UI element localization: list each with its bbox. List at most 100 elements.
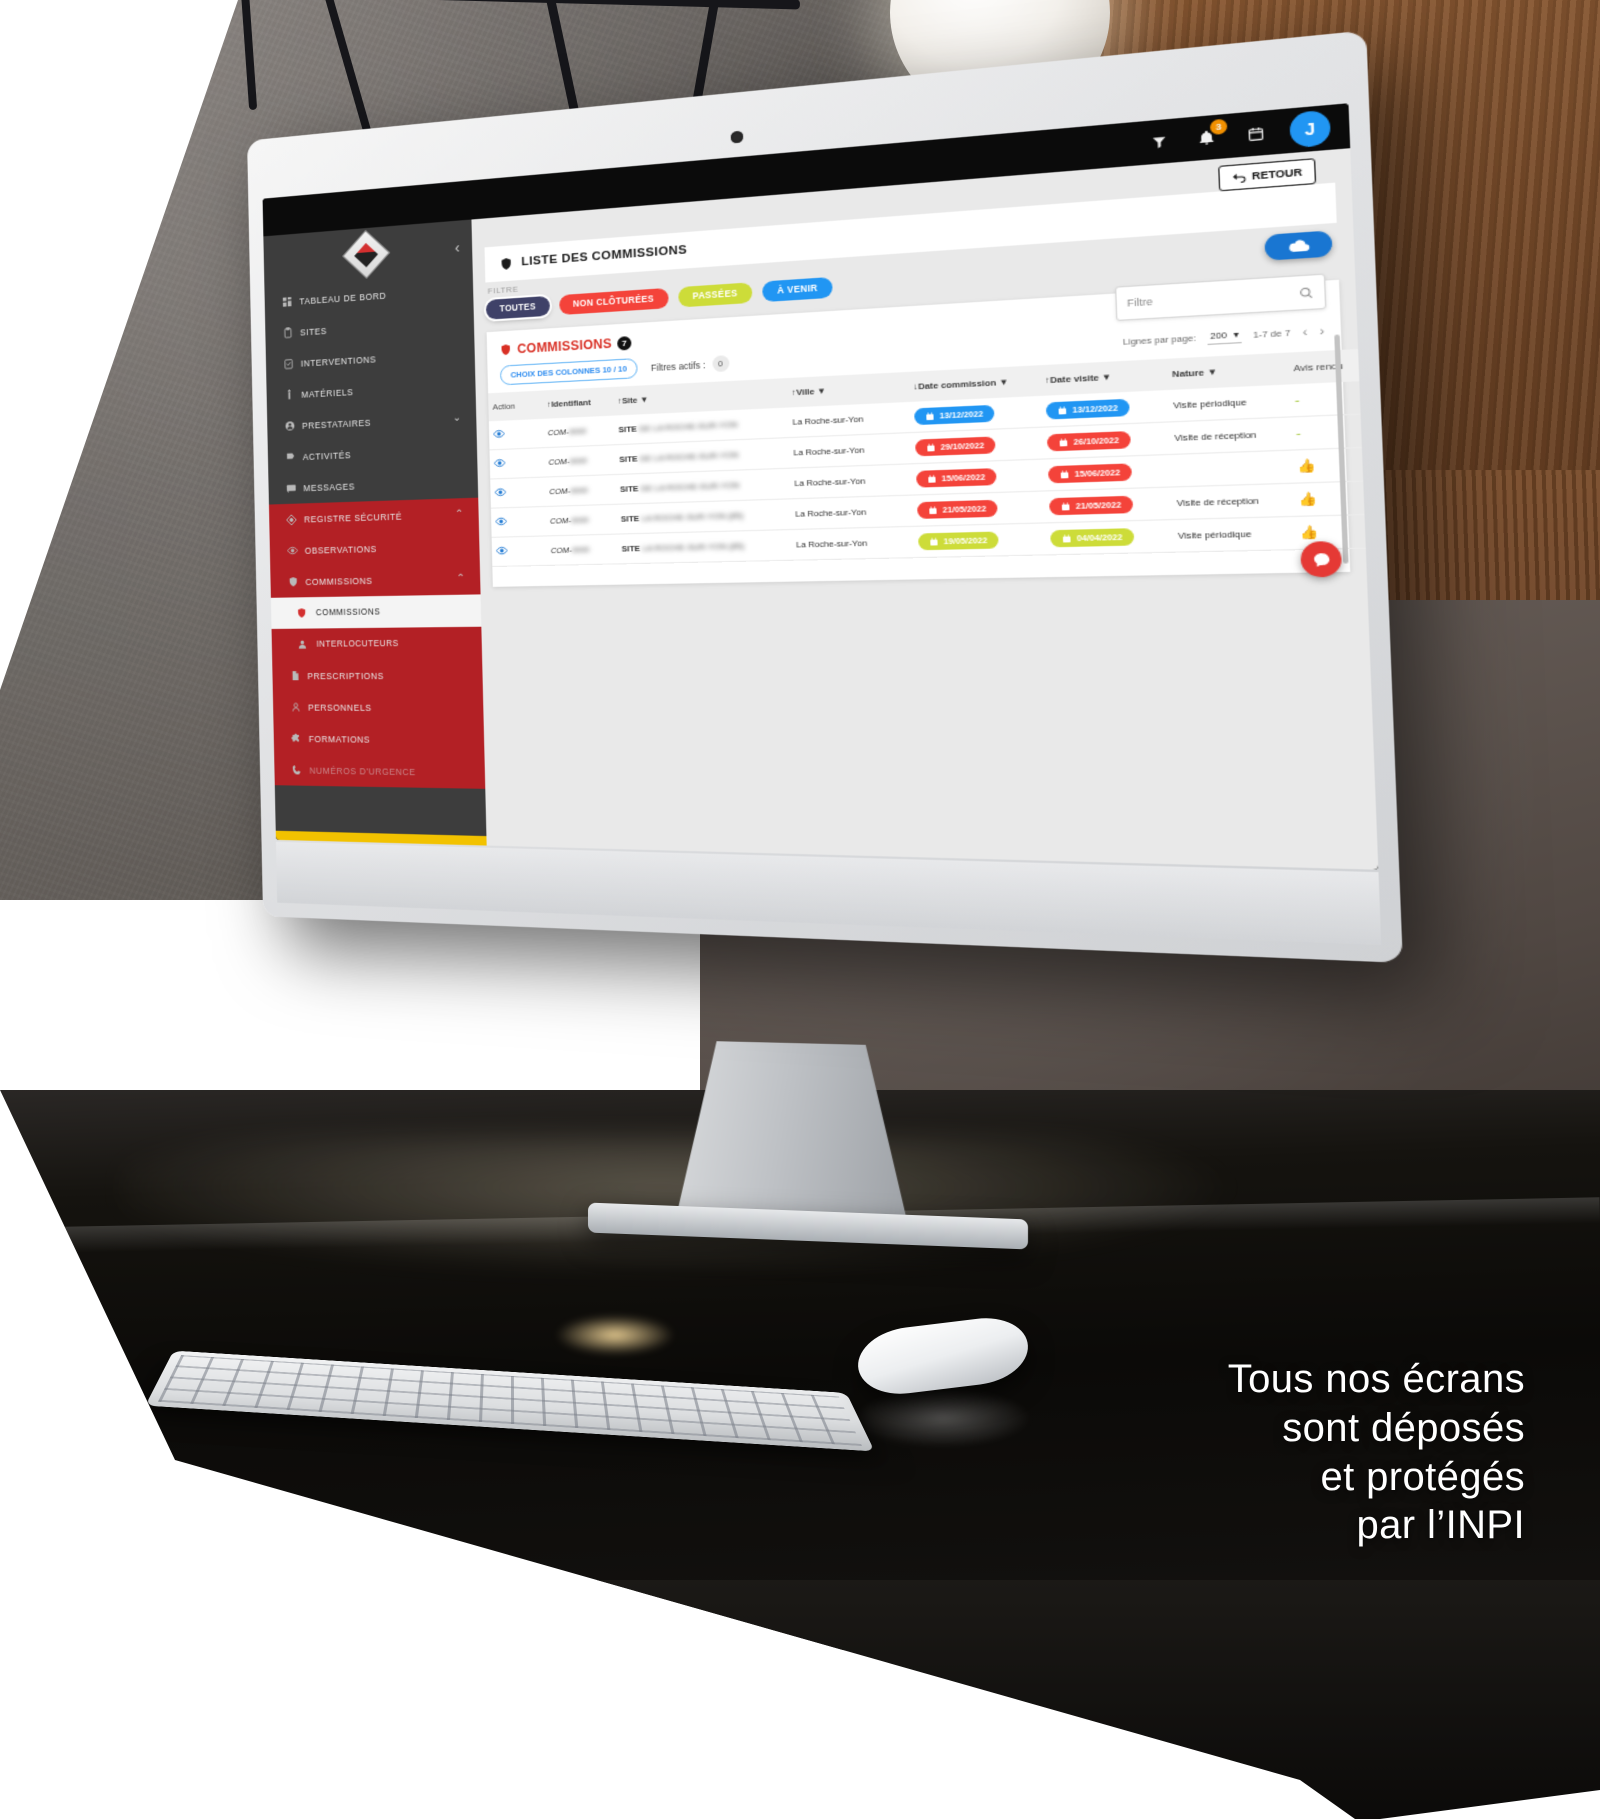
- sidebar-item-label: MESSAGES: [303, 480, 356, 493]
- mouse-reflection: [853, 1388, 1033, 1448]
- cell-identifiant: COM-0000: [546, 534, 618, 566]
- filter-pill-non-cl-tur-es[interactable]: NON CLÔTURÉES: [558, 287, 669, 316]
- desk-light-spot: [555, 1315, 675, 1355]
- rows-per-page-value: 200: [1210, 329, 1228, 341]
- active-filters: Filtres actifs : 0: [650, 355, 730, 375]
- cell-action[interactable]: [490, 506, 547, 538]
- imac-computer: 3 J ‹ TABLEAU DE BORD SITES INTERVENTION…: [145, 30, 1403, 1452]
- column-header-identifiant[interactable]: ↑Identifiant: [542, 386, 614, 419]
- cell-action[interactable]: [489, 447, 545, 480]
- cell-date-visite: 04/04/2022: [1044, 519, 1174, 555]
- filter-pill-pass-es[interactable]: PASSÉES: [677, 282, 753, 308]
- sidebar-item-label: NUMÉROS D'URGENCE: [309, 764, 416, 777]
- column-header-label: Ville: [795, 386, 815, 398]
- bell-icon[interactable]: 3: [1192, 118, 1228, 152]
- eye-icon[interactable]: [496, 547, 508, 559]
- search-placeholder: Filtre: [1126, 295, 1153, 309]
- sidebar-item-interlocuteurs[interactable]: INTERLOCUTEURS: [271, 626, 483, 661]
- column-header-action[interactable]: Action: [488, 390, 544, 422]
- cell-action[interactable]: [490, 477, 546, 509]
- eye-icon: [279, 545, 304, 557]
- cell-ville: La Roche-sur-Yon: [787, 401, 911, 438]
- back-arrow-icon: [1233, 172, 1246, 183]
- chevron-up-icon[interactable]: ⌃: [455, 508, 464, 520]
- dashboard-icon: [274, 296, 299, 309]
- page-range-label: 1-7 de 7: [1252, 327, 1291, 341]
- sidebar-item-label: TABLEAU DE BORD: [299, 289, 387, 307]
- sidebar-item-commissions-active[interactable]: COMMISSIONS: [270, 594, 482, 629]
- avatar[interactable]: J: [1289, 109, 1331, 149]
- sidebar: ‹ TABLEAU DE BORD SITES INTERVENTIONS MATÉR…: [263, 219, 487, 846]
- chevron-up-icon[interactable]: ⌃: [456, 573, 465, 585]
- shield-icon: [501, 257, 511, 270]
- rows-per-page-select[interactable]: 200 ▾: [1207, 328, 1242, 345]
- sidebar-item-label: INTERVENTIONS: [300, 353, 377, 369]
- sidebar-item-commissions[interactable]: COMMISSIONS ⌃: [270, 562, 481, 598]
- marketing-text: Tous nos écrans sont déposés et protégés…: [1228, 1355, 1525, 1550]
- prev-page-button[interactable]: ‹: [1302, 325, 1307, 339]
- calendar-icon[interactable]: [1240, 120, 1270, 148]
- commissions-table: Action ↑Identifiant ↑Site ▼ ↑Ville ▼ ↓Date c…: [488, 348, 1377, 567]
- cell-nature: Visite périodique: [1172, 516, 1295, 553]
- filter-pill-venir[interactable]: À VENIR: [761, 276, 834, 303]
- clipboard-icon: [275, 327, 300, 340]
- cell-action[interactable]: [491, 535, 547, 567]
- cell-nature: Visite de réception: [1170, 483, 1294, 520]
- active-filters-label: Filtres actifs :: [650, 359, 706, 373]
- marketing-line-1: Tous nos écrans: [1227, 1357, 1525, 1401]
- eye-icon[interactable]: [495, 518, 507, 530]
- marketing-line-4: par l’INPI: [1356, 1503, 1525, 1548]
- chevron-down-icon[interactable]: ⌄: [453, 412, 462, 424]
- cell-action[interactable]: [488, 418, 544, 450]
- sidebar-item-label: COMMISSIONS: [305, 575, 373, 587]
- cell-date-visite: 15/06/2022: [1042, 454, 1171, 491]
- eye-icon[interactable]: [494, 460, 506, 472]
- column-filter-icon[interactable]: ▼: [1102, 372, 1112, 383]
- funnel-icon[interactable]: [1144, 128, 1173, 156]
- back-button[interactable]: RETOUR: [1218, 158, 1317, 192]
- shield-icon: [501, 344, 511, 356]
- eye-icon[interactable]: [493, 431, 505, 443]
- marketing-line-2: sont déposés: [1282, 1405, 1525, 1450]
- next-page-button[interactable]: ›: [1319, 324, 1325, 338]
- column-chooser-button[interactable]: CHOIX DES COLONNES 10 / 10: [499, 358, 639, 386]
- sidebar-item-num-ros-d-urgence[interactable]: NUMÉROS D'URGENCE: [274, 753, 486, 789]
- marketing-line-3: et protégés: [1320, 1454, 1525, 1499]
- column-filter-icon[interactable]: ▼: [1207, 367, 1218, 378]
- column-header-avis-rendu[interactable]: Avis rendu: [1287, 348, 1371, 385]
- safety-diamond-icon: [279, 513, 304, 526]
- sidebar-menu: TABLEAU DE BORD SITES INTERVENTIONS MATÉRIE…: [264, 273, 486, 789]
- filter-pill-toutes[interactable]: TOUTES: [485, 295, 550, 320]
- chevron-left-icon[interactable]: ‹: [454, 239, 460, 257]
- message-icon: [278, 482, 303, 494]
- chat-bubble-icon[interactable]: [1300, 540, 1343, 578]
- back-button-label: RETOUR: [1251, 166, 1303, 182]
- cell-site: SITE LA ROCHE-SUR-YON (85): [616, 498, 792, 535]
- sidebar-item-label: OBSERVATIONS: [304, 543, 377, 556]
- cell-avis: -: [1288, 380, 1372, 417]
- export-button[interactable]: [1264, 230, 1333, 261]
- rows-per-page-label: Lignes par page:: [1122, 332, 1197, 348]
- cell-ville: La Roche-sur-Yon: [790, 495, 914, 530]
- column-filter-icon[interactable]: ▼: [817, 386, 826, 396]
- sidebar-item-personnels[interactable]: PERSONNELS: [272, 691, 484, 724]
- active-filters-count: 0: [711, 355, 730, 373]
- shield-icon: [287, 607, 316, 619]
- column-header-label: Nature: [1171, 367, 1205, 380]
- column-header-label: Date commission: [917, 377, 997, 392]
- cell-nature: Visite de réception: [1168, 416, 1292, 455]
- sidebar-item-observations[interactable]: OBSERVATIONS: [269, 529, 480, 567]
- sidebar-item-prescriptions[interactable]: PRESCRIPTIONS: [272, 659, 483, 692]
- cell-date-commission: 29/10/2022: [910, 427, 1043, 464]
- cell-nature: [1169, 450, 1293, 488]
- shield-icon: [280, 576, 305, 588]
- cell-nature: Visite périodique: [1167, 384, 1290, 422]
- check-clipboard-icon: [276, 358, 301, 370]
- eye-icon[interactable]: [495, 489, 507, 501]
- notification-badge: 3: [1209, 118, 1228, 136]
- column-filter-icon[interactable]: ▼: [999, 377, 1009, 388]
- sidebar-item-formations[interactable]: FORMATIONS: [273, 722, 485, 757]
- cell-date-visite: 21/05/2022: [1043, 487, 1173, 523]
- column-filter-icon[interactable]: ▼: [640, 395, 649, 405]
- document-icon: [282, 670, 307, 681]
